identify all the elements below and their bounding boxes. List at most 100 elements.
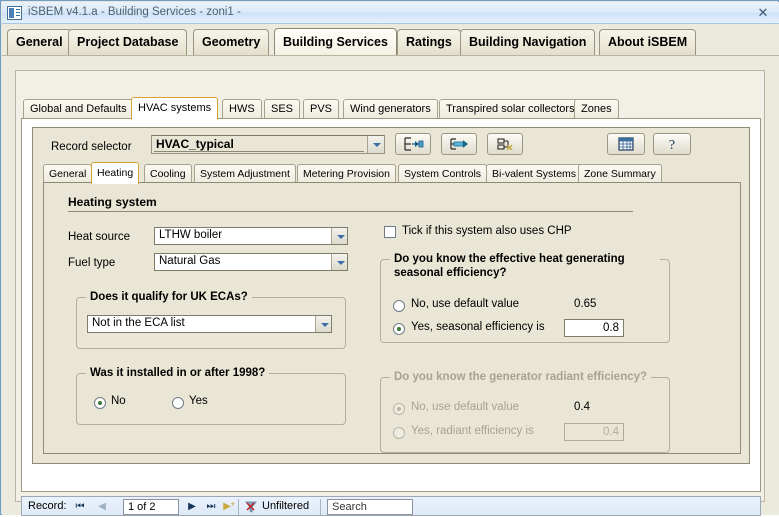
installed-group: Was it installed in or after 1998? No Ye… [76,367,346,425]
seasonal-efficiency-input[interactable]: 0.8 [564,319,624,337]
inner-tab-zone-summary[interactable]: Zone Summary [578,164,662,183]
add-record-icon [404,137,424,151]
installed-radio-yes[interactable] [172,397,184,409]
inner-tab-strip: General Heating Cooling System Adjustmen… [43,162,743,184]
form-panel: Record selector HVAC_typical ? General H… [21,118,761,492]
heating-form-sheet: Heating system Heat source LTHW boiler F… [43,182,741,454]
seasonal-default-value: 0.65 [574,298,597,310]
form-body: Record selector HVAC_typical ? General H… [32,127,750,464]
radiant-default-value: 0.4 [574,401,590,413]
tab-building-navigation[interactable]: Building Navigation [460,29,596,55]
record-navigation-bar: Record: ⏮ ◀ 1 of 2 ▶ ⏭ ▶* Unfiltered Sea… [21,496,761,516]
radiant-radio-default[interactable] [393,403,405,415]
duplicate-record-button[interactable] [441,133,477,155]
record-nav-label: Record: [28,500,67,512]
content-panel: Global and Defaults HVAC systems HWS SES… [15,70,765,516]
seasonal-radio-default-label: No, use default value [411,298,520,310]
previous-record-icon[interactable]: ◀ [95,500,109,514]
seasonal-title-line1: Do you know the effective heat generatin… [394,253,625,265]
main-tab-strip: General Project Database Geometry Buildi… [2,24,779,56]
grid-icon [618,137,634,151]
heat-source-value: LTHW boiler [159,229,223,241]
window-title: iSBEM v4.1.a - Building Services - zoni1… [28,6,241,18]
next-record-icon[interactable]: ▶ [185,500,199,514]
eca-combo[interactable]: Not in the ECA list [87,315,332,333]
sub-tab-strip: Global and Defaults HVAC systems HWS SES… [21,97,761,120]
inner-tab-general[interactable]: General [43,164,93,183]
radiant-efficiency-group: Do you know the generator radiant effici… [380,371,670,453]
chevron-down-icon[interactable] [315,316,331,332]
tab-geometry[interactable]: Geometry [193,29,270,55]
filter-status-label[interactable]: Unfiltered [262,500,309,512]
filter-icon [244,500,258,514]
chevron-down-icon[interactable] [331,254,347,270]
chp-checkbox-label: Tick if this system also uses CHP [402,225,572,237]
tab-building-services[interactable]: Building Services [274,28,397,56]
subtab-pvs[interactable]: PVS [303,99,340,119]
heat-source-label: Heat source [68,231,131,243]
seasonal-radio-custom-label: Yes, seasonal efficiency is [411,321,545,333]
add-record-button[interactable] [395,133,431,155]
radiant-radio-custom[interactable] [393,427,405,439]
delete-record-button[interactable] [487,133,523,155]
inner-tab-system-adjustment[interactable]: System Adjustment [194,164,296,183]
subtab-transpired-solar-collectors[interactable]: Transpired solar collectors [439,99,582,119]
arrow-right-icon [450,138,468,150]
first-record-icon[interactable]: ⏮ [73,500,87,514]
radiant-radio-default-label: No, use default value [411,401,520,413]
help-button[interactable]: ? [653,133,691,155]
subtab-global-and-defaults[interactable]: Global and Defaults [23,99,134,119]
title-bar: iSBEM v4.1.a - Building Services - zoni1… [2,2,779,24]
table-view-button[interactable] [607,133,645,155]
installed-radio-no[interactable] [94,397,106,409]
subtab-ses[interactable]: SES [264,99,301,119]
section-divider [68,211,633,212]
chp-checkbox[interactable] [384,226,396,238]
inner-tab-metering-provision[interactable]: Metering Provision [297,164,396,183]
heat-source-combo[interactable]: LTHW boiler [154,227,348,245]
tab-general[interactable]: General [7,29,72,55]
last-record-icon[interactable]: ⏭ [204,500,218,514]
tab-about-isbem[interactable]: About iSBEM [599,29,697,55]
seasonal-radio-custom[interactable] [393,323,405,335]
record-selector-label: Record selector [51,141,132,153]
heating-section-title: Heating system [68,195,157,209]
inner-tab-system-controls[interactable]: System Controls [398,164,488,183]
chevron-down-icon[interactable] [331,228,347,244]
eca-group: Does it qualify for UK ECAs? Not in the … [76,291,346,349]
inner-tab-bi-valent-systems[interactable]: Bi-valent Systems [486,164,583,183]
installed-group-title: Was it installed in or after 1998? [86,367,270,379]
tab-project-database[interactable]: Project Database [68,29,188,55]
inner-tab-cooling[interactable]: Cooling [144,164,192,183]
eca-group-title: Does it qualify for UK ECAs? [86,291,252,303]
subtab-hvac-systems[interactable]: HVAC systems [131,97,219,120]
subtab-hws[interactable]: HWS [222,99,262,119]
search-divider [320,499,321,515]
record-selector-value: HVAC_typical [156,137,234,151]
new-record-icon[interactable]: ▶* [222,500,236,514]
seasonal-radio-default[interactable] [393,300,405,312]
close-icon[interactable]: ✕ [755,5,771,21]
delete-record-icon [497,138,513,151]
subtab-wind-generators[interactable]: Wind generators [343,99,438,119]
fuel-type-label: Fuel type [68,257,116,269]
seasonal-title-line2: seasonal efficiency? [394,267,507,279]
content-area: Global and Defaults HVAC systems HWS SES… [2,55,779,516]
fuel-type-combo[interactable]: Natural Gas [154,253,348,271]
subtab-zones[interactable]: Zones [574,99,619,119]
fuel-type-value: Natural Gas [159,255,221,267]
search-input[interactable]: Search [327,499,413,515]
radiant-radio-custom-label: Yes, radiant efficiency is [411,425,534,437]
svg-text:?: ? [669,138,675,152]
record-selector-combo[interactable]: HVAC_typical [151,135,385,154]
app-window-icon [7,6,22,20]
seasonal-efficiency-group: Do you know the effective heat generatin… [380,252,670,343]
record-nav-divider [238,499,239,515]
inner-tab-heating[interactable]: Heating [91,162,140,184]
radiant-efficiency-input[interactable]: 0.4 [564,423,624,441]
radiant-efficiency-group-title: Do you know the generator radiant effici… [390,371,652,383]
question-mark-icon: ? [669,138,675,152]
chevron-down-icon[interactable] [367,136,384,153]
tab-ratings[interactable]: Ratings [397,29,461,55]
record-position-input[interactable]: 1 of 2 [123,499,179,515]
